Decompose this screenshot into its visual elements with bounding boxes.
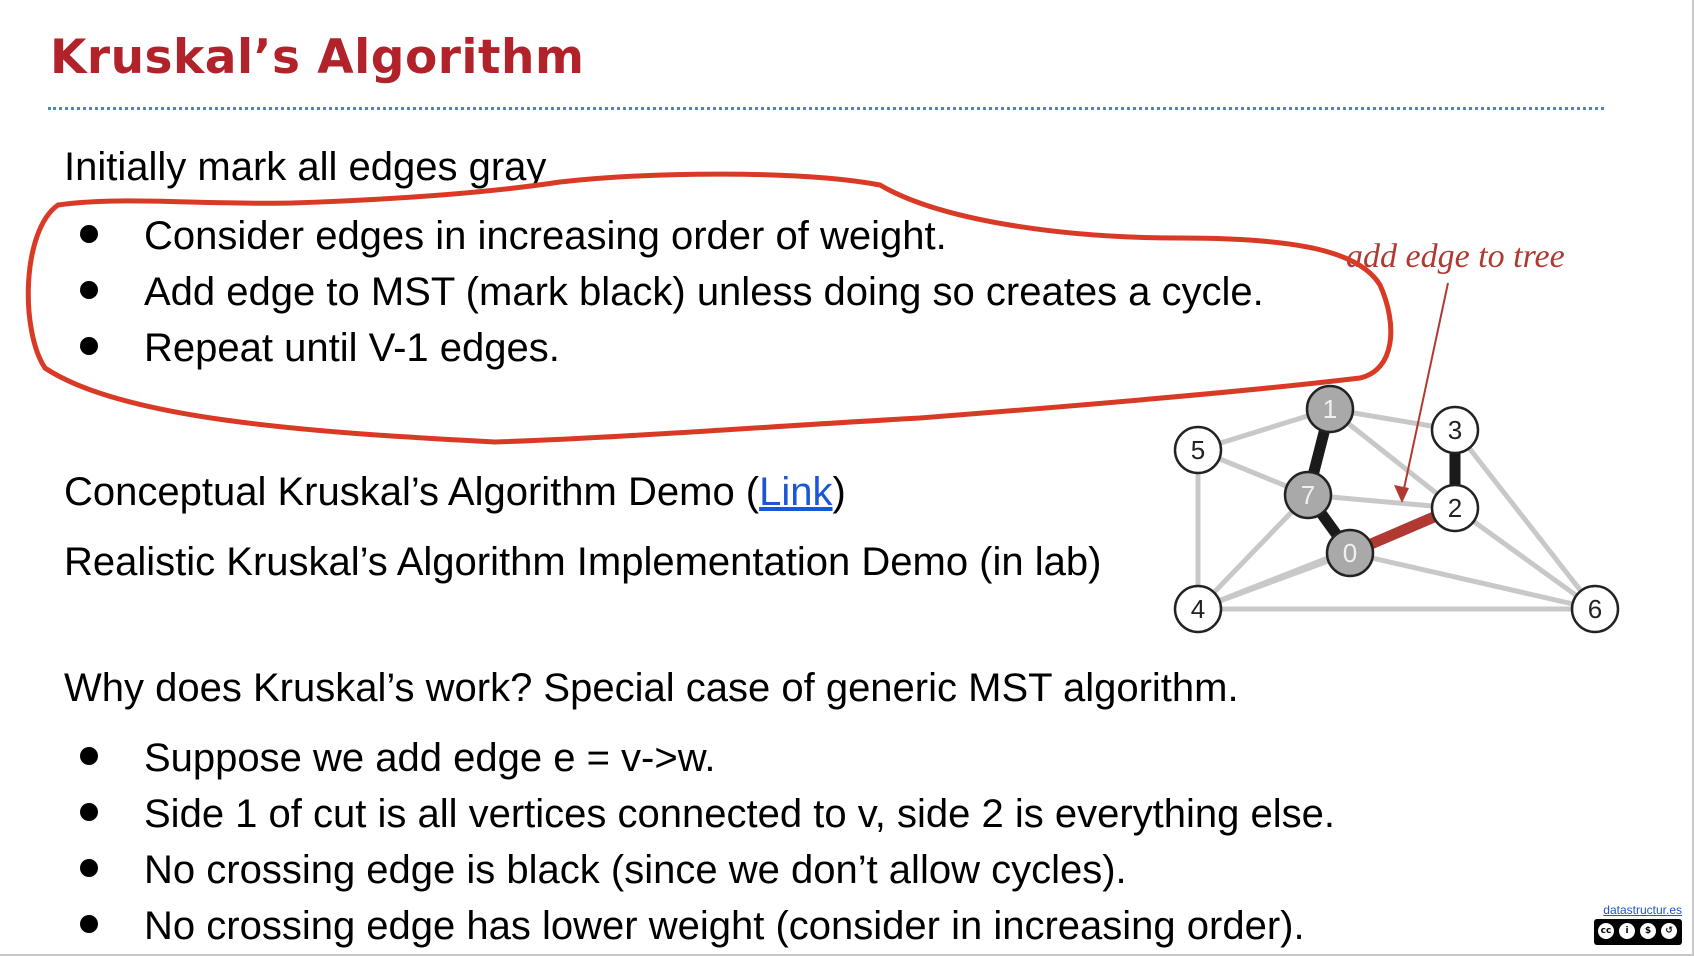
demo-realistic: Realistic Kruskal’s Algorithm Implementa… [64,540,1102,584]
bullet-icon [80,803,98,821]
site-link[interactable]: datastructur.es [1590,903,1682,917]
annotation-arrow [1401,282,1449,499]
nc-icon: $ [1639,922,1657,940]
sa-icon: ↺ [1660,922,1678,940]
by-icon: i [1618,922,1636,940]
bullet-icon [80,281,98,299]
step-item: Repeat until V-1 edges. [80,328,560,368]
why-text: Side 1 of cut is all vertices connected … [144,792,1335,836]
step-text: Consider edges in increasing order of we… [144,214,947,258]
why-text: Suppose we add edge e = v->w. [144,736,716,780]
cc-license-badge: cc i $ ↺ [1594,919,1682,945]
graph-node-label-6: 6 [1588,594,1602,624]
demo-link[interactable]: Link [759,470,832,514]
why-heading: Why does Kruskal’s work? Special case of… [64,666,1239,710]
demo-conceptual: Conceptual Kruskal’s Algorithm Demo (Lin… [64,472,846,512]
demo-conceptual-text: Conceptual Kruskal’s Algorithm Demo ( [64,470,760,514]
annotation-label: add edge to tree [1346,238,1565,275]
step-item: Add edge to MST (mark black) unless doin… [80,272,1264,312]
license-attribution: datastructur.es cc i $ ↺ [1590,903,1682,950]
bullet-icon [80,747,98,765]
graph-node-label-7: 7 [1301,480,1315,510]
cc-icon: cc [1597,922,1615,940]
bullet-icon [80,915,98,933]
title-divider [48,107,1604,110]
graph-node-label-3: 3 [1448,415,1462,445]
why-text: No crossing edge has lower weight (consi… [144,904,1305,948]
edge-layer [1195,406,1597,612]
graph-node-label-2: 2 [1448,493,1462,523]
graph-node-label-5: 5 [1191,435,1205,465]
why-item: No crossing edge is black (since we don’… [80,850,1127,890]
why-text: No crossing edge is black (since we don’… [144,848,1127,892]
step-text: Add edge to MST (mark black) unless doin… [144,270,1264,314]
bullet-icon [80,337,98,355]
bullet-icon [80,225,98,243]
graph-node-label-1: 1 [1323,394,1337,424]
why-item: Suppose we add edge e = v->w. [80,738,716,778]
why-item: No crossing edge has lower weight (consi… [80,906,1305,946]
graph-node-label-0: 0 [1343,538,1357,568]
intro-text: Initially mark all edges gray [64,145,547,189]
graph-node-label-4: 4 [1191,594,1205,624]
why-item: Side 1 of cut is all vertices connected … [80,794,1335,834]
bullet-icon [80,859,98,877]
mst-graph-diagram: 0 1 2 3 4 5 6 7 add edge to tree [1173,238,1620,634]
step-text: Repeat until V-1 edges. [144,326,560,370]
demo-conceptual-close: ) [832,470,846,514]
step-item: Consider edges in increasing order of we… [80,216,947,256]
slide-title: Kruskal’s Algorithm [50,30,585,85]
